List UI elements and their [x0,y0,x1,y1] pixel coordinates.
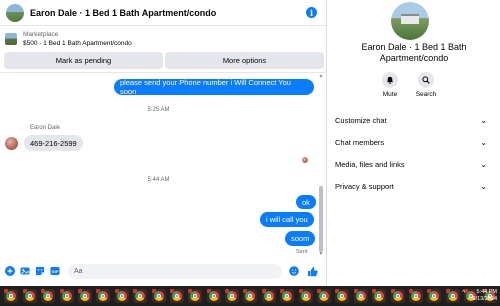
chrome-icon[interactable] [390,289,405,303]
chevron-down-icon: ⌄ [480,137,487,147]
listing-actions: Mark as pending More options [4,52,324,69]
photo-icon[interactable] [19,266,30,277]
windows-taskbar: ^ 5:44 PM 9/13/2024 [0,286,500,306]
message-scrollbar[interactable]: ▲ ▼ [317,73,325,259]
outgoing-message[interactable]: soom [285,231,316,246]
section-label: Chat members [335,137,385,147]
chrome-icon[interactable] [151,289,166,303]
chrome-icon[interactable] [169,289,184,303]
chrome-icon[interactable] [133,289,148,303]
sender-avatar[interactable] [5,137,18,150]
listing-image [5,33,17,45]
chrome-icon[interactable] [96,289,111,303]
thumbs-up-icon[interactable] [307,266,318,277]
chevron-down-icon: ⌄ [480,115,487,125]
chat-title[interactable]: Earon Dale · 1 Bed 1 Bath Apartment/cond… [30,8,306,18]
search-label: Search [415,91,437,98]
outgoing-message[interactable]: i will call you [260,212,314,227]
marketplace-listing[interactable]: Marketplace $500 · 1 Bed 1 Bath Apartmen… [0,26,327,52]
chrome-icon[interactable] [114,289,129,303]
section-label: Media, files and links [335,159,405,169]
chat-members-section[interactable]: Chat members ⌄ [335,135,487,149]
marketplace-label: Marketplace [23,31,59,38]
chrome-icon[interactable] [4,289,19,303]
clock-date: 9/13/2024 [472,296,497,302]
chrome-icon[interactable] [243,289,258,303]
svg-text:GIF: GIF [51,269,58,274]
message-input[interactable]: Aa [68,263,282,279]
conversation-name: Earon Dale · 1 Bed 1 Bath Apartment/cond… [361,42,467,63]
clock-time: 5:44 PM [476,289,497,295]
section-label: Privacy & support [335,181,394,191]
chrome-icon[interactable] [41,289,56,303]
timestamp: 5:44 AM [147,177,170,183]
outgoing-message[interactable]: ok [296,195,316,209]
incoming-message[interactable]: 469-216-2599 [24,135,83,151]
messenger-window: Earon Dale · 1 Bed 1 Bath Apartment/cond… [0,0,500,306]
message-composer: GIF Aa [0,260,327,282]
scroll-down-icon[interactable]: ▼ [318,251,324,257]
chrome-icon[interactable] [280,289,295,303]
chrome-icon[interactable] [225,289,240,303]
chevron-down-icon: ⌄ [480,159,487,169]
customize-chat-section[interactable]: Customize chat ⌄ [335,113,487,127]
taskbar-clock[interactable]: 5:44 PM 9/13/2024 [473,286,497,306]
chevron-down-icon: ⌄ [480,181,487,191]
sticker-icon[interactable] [34,266,45,277]
conversation-info-panel: Earon Dale · 1 Bed 1 Bath Apartment/cond… [328,0,500,286]
message-list: please send your Phone number i Will Con… [0,73,317,259]
media-files-links-section[interactable]: Media, files and links ⌄ [335,157,487,171]
chrome-icon[interactable] [22,289,37,303]
plus-circle-icon[interactable] [4,266,15,277]
scroll-up-icon[interactable]: ▲ [318,73,324,79]
chrome-icon[interactable] [445,289,460,303]
chrome-icon[interactable] [206,289,221,303]
chat-pane: Earon Dale · 1 Bed 1 Bath Apartment/cond… [0,0,327,286]
mark-as-pending-button[interactable]: Mark as pending [4,52,163,69]
info-icon[interactable]: i [306,7,317,18]
sent-status: Sent [296,249,308,255]
sender-name: Earon Dale [30,125,61,131]
chrome-icon[interactable] [427,289,442,303]
chrome-icon[interactable] [317,289,332,303]
gif-icon[interactable]: GIF [49,266,60,277]
chrome-icon[interactable] [59,289,74,303]
read-receipt-avatar [302,157,308,163]
search-button[interactable]: Search [406,72,446,98]
chrome-icon[interactable] [77,289,92,303]
chrome-icon[interactable] [298,289,313,303]
more-options-button[interactable]: More options [165,52,324,69]
chrome-icon[interactable] [408,289,423,303]
mute-label: Mute [382,91,398,98]
listing-photo[interactable] [391,2,429,40]
mute-button[interactable]: Mute [370,72,410,98]
chrome-icon[interactable] [188,289,203,303]
scrollbar-thumb[interactable] [319,186,323,252]
listing-summary: $500 · 1 Bed 1 Bath Apartment/condo [23,40,132,47]
outgoing-message[interactable]: please send your Phone number i Will Con… [114,78,314,96]
chrome-icon[interactable] [353,289,368,303]
chrome-icon[interactable] [335,289,350,303]
privacy-support-section[interactable]: Privacy & support ⌄ [335,179,487,193]
search-icon [418,72,434,88]
chrome-icon[interactable] [372,289,387,303]
chat-header: Earon Dale · 1 Bed 1 Bath Apartment/cond… [0,0,327,26]
bell-icon [382,72,398,88]
section-label: Customize chat [335,115,387,125]
emoji-icon[interactable] [288,266,299,277]
listing-thumbnail[interactable] [6,3,24,22]
timestamp: 5:25 AM [147,107,170,113]
system-tray-chevron-icon[interactable]: ^ [462,290,465,296]
chrome-icon[interactable] [261,289,276,303]
